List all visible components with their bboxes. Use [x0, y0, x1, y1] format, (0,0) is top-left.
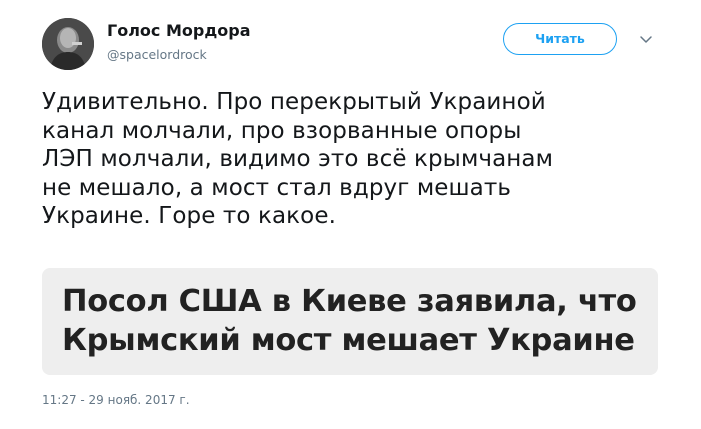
- tweet-text-line: Удивительно. Про перекрытый Украиной: [42, 89, 546, 115]
- chevron-down-icon[interactable]: [638, 31, 654, 47]
- media-headline-line: Посол США в Киеве заявила, что: [62, 284, 637, 319]
- tweet-text-line: не мешало, а мост стал вдруг мешать: [42, 174, 512, 201]
- tweet-text-line: ЛЭП молчали, видимо это всё крымчанам: [42, 146, 554, 172]
- user-avatar-icon[interactable]: [42, 18, 94, 70]
- tweet-card: Голос Мордора @spacelordrock Читать Удив…: [0, 0, 701, 429]
- media-image[interactable]: Посол США в Киеве заявила, что Крымский …: [42, 268, 658, 375]
- follow-button[interactable]: Читать: [503, 23, 617, 55]
- tweet-text: Удивительно. Про перекрытый Украиной кан…: [42, 88, 667, 231]
- author-handle[interactable]: @spacelordrock: [107, 47, 207, 62]
- tweet-text-line: канал молчали, про взорванные опоры: [42, 117, 522, 144]
- tweet-timestamp[interactable]: 11:27 - 29 нояб. 2017 г.: [42, 393, 190, 407]
- media-headline-line: Крымский мост мешает Украине: [62, 323, 635, 358]
- media-headline: Посол США в Киеве заявила, что Крымский …: [62, 282, 637, 360]
- tweet-text-line: Украине. Горе то какое.: [42, 203, 337, 229]
- author-display-name[interactable]: Голос Мордора: [107, 21, 250, 40]
